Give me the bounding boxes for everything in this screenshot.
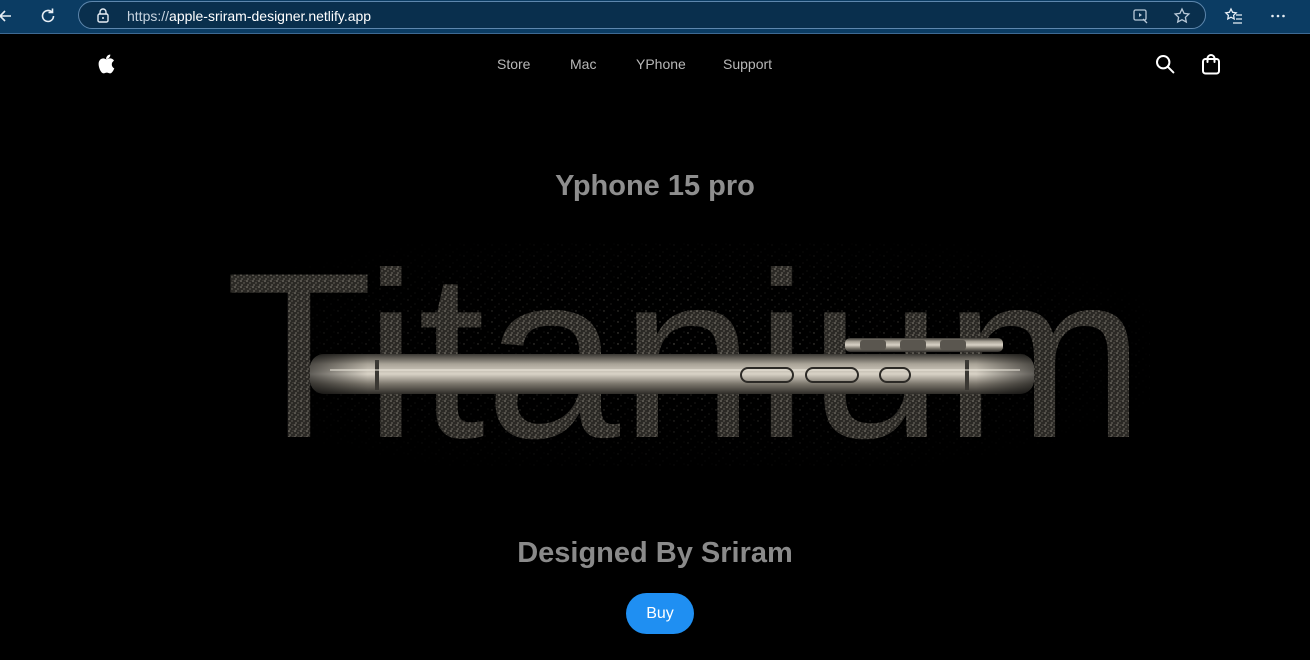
more-icon[interactable] bbox=[1266, 4, 1290, 28]
favorites-icon[interactable] bbox=[1222, 4, 1246, 28]
browser-toolbar: https://apple-sriram-designer.netlify.ap… bbox=[0, 0, 1310, 34]
tagline: Designed By Sriram bbox=[517, 537, 793, 569]
hero-image: Titanium bbox=[210, 224, 1160, 488]
favorite-star-icon[interactable] bbox=[1172, 6, 1192, 26]
site-navbar: Store Mac YPhone Support bbox=[0, 34, 1310, 94]
nav-link-store[interactable]: Store bbox=[497, 56, 530, 72]
address-bar[interactable]: https://apple-sriram-designer.netlify.ap… bbox=[78, 1, 1206, 29]
lock-icon[interactable] bbox=[95, 7, 111, 23]
search-icon[interactable] bbox=[1154, 53, 1176, 75]
apple-logo-icon[interactable] bbox=[98, 54, 116, 74]
nav-link-support[interactable]: Support bbox=[723, 56, 772, 72]
titanium-artwork-text: Titanium bbox=[225, 232, 1145, 472]
url-text[interactable]: https://apple-sriram-designer.netlify.ap… bbox=[127, 8, 371, 24]
screen-read-icon[interactable] bbox=[1131, 6, 1151, 26]
nav-link-yphone[interactable]: YPhone bbox=[636, 56, 686, 72]
refresh-icon[interactable] bbox=[36, 4, 60, 28]
buy-button[interactable]: Buy bbox=[626, 593, 694, 634]
bag-icon[interactable] bbox=[1200, 53, 1222, 75]
product-title: Yphone 15 pro bbox=[555, 170, 755, 202]
nav-link-mac[interactable]: Mac bbox=[570, 56, 596, 72]
back-icon[interactable] bbox=[0, 4, 18, 28]
